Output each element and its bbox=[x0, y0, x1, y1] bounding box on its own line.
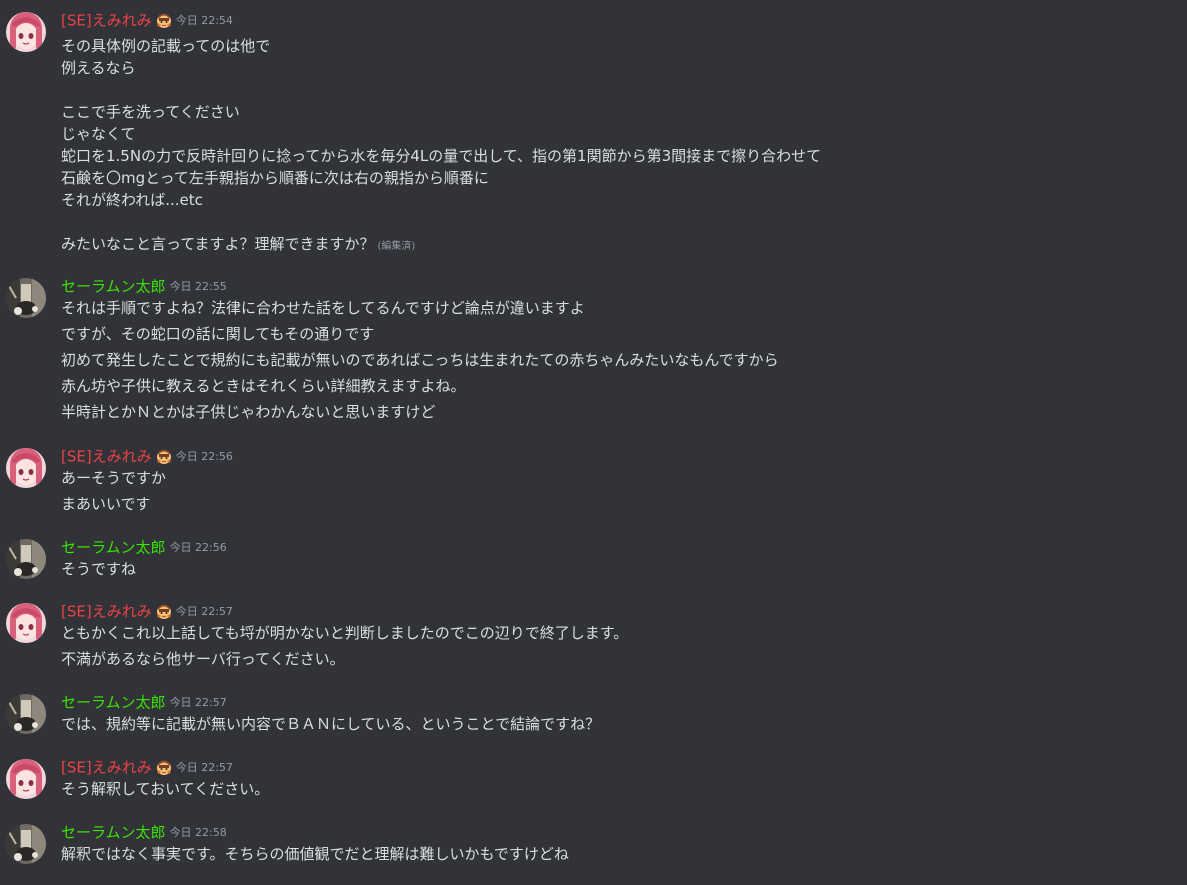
message-line: ともかくこれ以上話しても埒が明かないと判断しましたのでこの辺りで終了します。 bbox=[61, 622, 628, 644]
username[interactable]: セーラムン太郎 bbox=[61, 539, 166, 557]
timestamp: 今日 22:55 bbox=[169, 279, 227, 293]
message-header: セーラムン太郎 今日 22:58 bbox=[61, 822, 227, 842]
photo-avatar-icon bbox=[6, 278, 46, 318]
anime-girl-avatar-icon bbox=[6, 603, 46, 643]
anime-girl-avatar-icon bbox=[6, 12, 46, 52]
avatar[interactable] bbox=[6, 539, 46, 579]
message-line: それは手順ですよね？法律に合わせた話をしてるんですけど論点が違いますよ bbox=[61, 297, 585, 319]
message-line: 初めて発生したことで規約にも記載が無いのであればこっちは生まれたての赤ちゃんみた… bbox=[61, 349, 779, 371]
message-line: では、規約等に記載が無い内容でＢＡＮにしている、ということで結論ですね？ bbox=[61, 713, 600, 735]
timestamp: 今日 22:54 bbox=[175, 13, 233, 27]
message-text: ですが、その蛇口の話に関してもその通りです bbox=[61, 325, 375, 343]
username[interactable]: セーラムン太郎 bbox=[61, 694, 166, 712]
photo-avatar-icon bbox=[6, 694, 46, 734]
message-line: 不満があるなら他サーバ行ってください。 bbox=[61, 648, 345, 670]
message-text: ここで手を洗ってください bbox=[61, 103, 240, 121]
message-line: 蛇口を1.5Nの力で反時計回りに捻ってから水を毎分4Lの量で出して、指の第1関節… bbox=[61, 145, 821, 167]
chat-message-list: [SE]えみれみ 今日 22:54 その具体例の記載ってのは他で 例えるならここで手を… bbox=[0, 0, 1187, 885]
avatar[interactable] bbox=[6, 603, 46, 643]
message-text: ともかくこれ以上話しても埒が明かないと判断しましたのでこの辺りで終了します。 bbox=[61, 624, 629, 642]
message-text: その具体例の記載ってのは他で bbox=[61, 37, 271, 55]
username[interactable]: [SE]えみれみ bbox=[61, 603, 152, 621]
photo-avatar-icon bbox=[6, 539, 46, 579]
message-text: 例えるなら bbox=[61, 59, 136, 77]
anime-girl-avatar-icon bbox=[6, 759, 46, 799]
message-text: 蛇口を1.5Nの力で反時計回りに捻ってから水を毎分4Lの量で出して、指の第1関節… bbox=[61, 147, 822, 165]
message-header: [SE]えみれみ 今日 22:54 bbox=[61, 10, 233, 30]
message-text: そう解釈しておいてください。 bbox=[61, 780, 270, 798]
character-badge-icon bbox=[156, 760, 172, 776]
message-line: 半時計とかＮとかは子供じゃわかんないと思いますけど bbox=[61, 401, 435, 423]
timestamp: 今日 22:56 bbox=[175, 449, 233, 463]
message-text: じゃなくて bbox=[61, 125, 136, 143]
message-text: 初めて発生したことで規約にも記載が無いのであればこっちは生まれたての赤ちゃんみた… bbox=[61, 351, 779, 369]
message-text: それは手順ですよね？法律に合わせた話をしてるんですけど論点が違いますよ bbox=[61, 299, 585, 317]
message-text: それが終われば...etc bbox=[61, 191, 203, 209]
timestamp: 今日 22:58 bbox=[169, 825, 227, 839]
message-line: ここで手を洗ってください bbox=[61, 101, 240, 123]
timestamp: 今日 22:57 bbox=[169, 695, 227, 709]
message-header: セーラムン太郎 今日 22:55 bbox=[61, 276, 227, 296]
avatar[interactable] bbox=[6, 694, 46, 734]
avatar[interactable] bbox=[6, 824, 46, 864]
message-line: その具体例の記載ってのは他で bbox=[61, 35, 270, 57]
avatar[interactable] bbox=[6, 12, 46, 52]
username[interactable]: [SE]えみれみ bbox=[61, 448, 152, 466]
message-line: 赤ん坊や子供に教えるときはそれくらい詳細教えますよね。 bbox=[61, 375, 466, 397]
avatar[interactable] bbox=[6, 759, 46, 799]
message-line: それが終われば...etc bbox=[61, 189, 203, 211]
message-line: 例えるなら bbox=[61, 57, 136, 79]
message-text: 解釈ではなく事実です。そちらの価値観でだと理解は難しいかもですけどね bbox=[61, 845, 569, 863]
message-line: ですが、その蛇口の話に関してもその通りです bbox=[61, 323, 374, 345]
message-text: 半時計とかＮとかは子供じゃわかんないと思いますけど bbox=[61, 403, 436, 421]
message-header: [SE]えみれみ 今日 22:56 bbox=[61, 446, 233, 466]
edited-marker: (編集済) bbox=[377, 241, 416, 252]
message-line: みたいなこと言ってますよ？理解できますか？ (編集済) bbox=[61, 233, 415, 258]
message-line: そうですね bbox=[61, 558, 136, 580]
anime-girl-avatar-icon bbox=[6, 448, 46, 488]
message-line: そう解釈しておいてください。 bbox=[61, 778, 269, 800]
message-text: 赤ん坊や子供に教えるときはそれくらい詳細教えますよね。 bbox=[61, 377, 466, 395]
message-text: では、規約等に記載が無い内容でＢＡＮにしている、ということで結論ですね？ bbox=[61, 715, 601, 733]
message-header: [SE]えみれみ 今日 22:57 bbox=[61, 601, 233, 621]
timestamp: 今日 22:56 bbox=[169, 540, 227, 554]
message-text: みたいなこと言ってますよ？理解できますか？ bbox=[61, 235, 375, 253]
message-text: あーそうですか bbox=[61, 469, 167, 487]
message-text: まあいいです bbox=[61, 495, 151, 513]
message-text: 石鹸を〇mgとって左手親指から順番に次は右の親指から順番に bbox=[61, 169, 489, 187]
message-header: セーラムン太郎 今日 22:56 bbox=[61, 537, 227, 557]
message-line: あーそうですか bbox=[61, 467, 166, 489]
message-line: 解釈ではなく事実です。そちらの価値観でだと理解は難しいかもですけどね bbox=[61, 843, 569, 865]
message-header: セーラムン太郎 今日 22:57 bbox=[61, 692, 227, 712]
message-text: 不満があるなら他サーバ行ってください。 bbox=[61, 650, 345, 668]
avatar[interactable] bbox=[6, 448, 46, 488]
message-text: そうですね bbox=[61, 560, 137, 578]
avatar[interactable] bbox=[6, 278, 46, 318]
timestamp: 今日 22:57 bbox=[175, 760, 233, 774]
username[interactable]: セーラムン太郎 bbox=[61, 824, 166, 842]
timestamp: 今日 22:57 bbox=[175, 604, 233, 618]
character-badge-icon bbox=[156, 604, 172, 620]
username[interactable]: [SE]えみれみ bbox=[61, 759, 152, 777]
message-line: 石鹸を〇mgとって左手親指から順番に次は右の親指から順番に bbox=[61, 167, 489, 189]
character-badge-icon bbox=[156, 449, 172, 465]
photo-avatar-icon bbox=[6, 824, 46, 864]
message-line: じゃなくて bbox=[61, 123, 136, 145]
message-line: まあいいです bbox=[61, 493, 151, 515]
username[interactable]: セーラムン太郎 bbox=[61, 278, 166, 296]
character-badge-icon bbox=[156, 13, 172, 29]
message-header: [SE]えみれみ 今日 22:57 bbox=[61, 757, 233, 777]
username[interactable]: [SE]えみれみ bbox=[61, 12, 152, 30]
